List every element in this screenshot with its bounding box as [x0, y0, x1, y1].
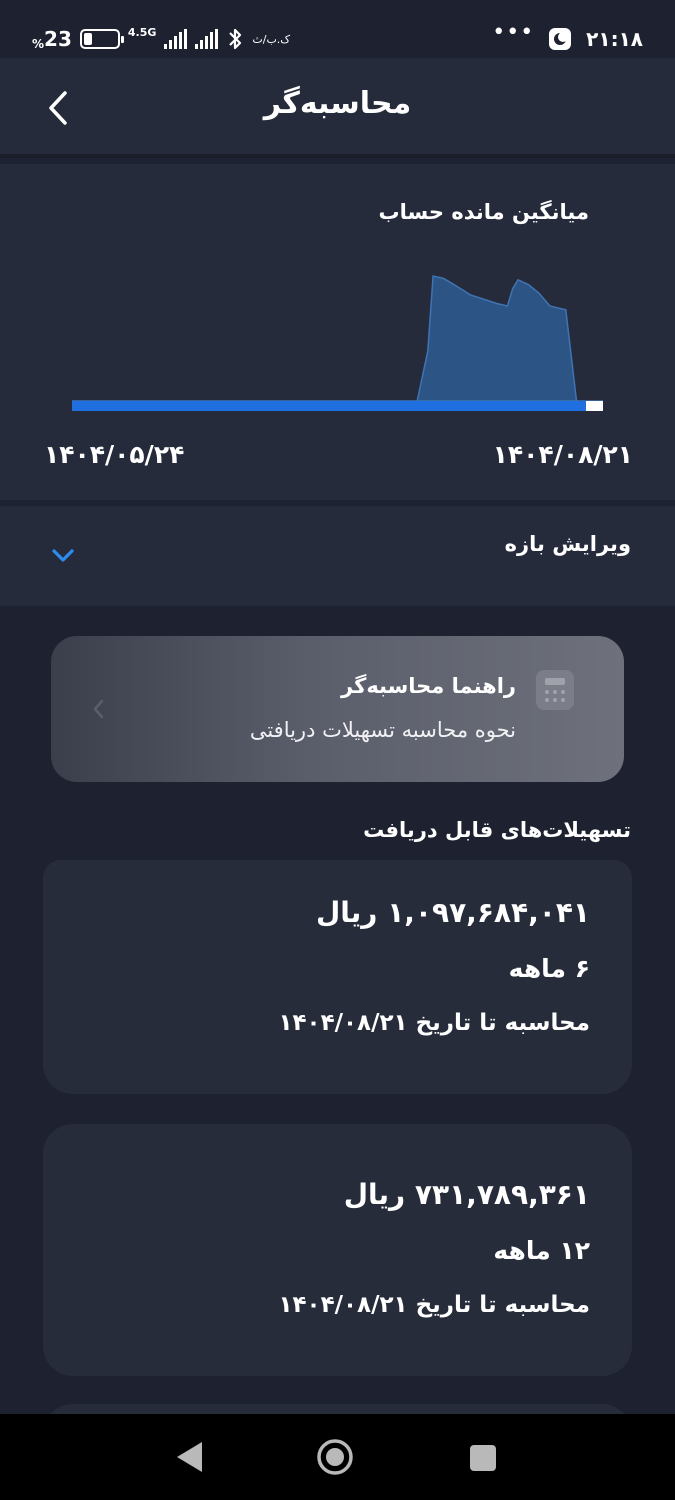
chevron-left-icon	[93, 699, 104, 719]
status-left-group: %23 4.5G ک.ب/ث	[32, 24, 290, 54]
edit-range-label: ویرایش بازه	[504, 532, 631, 556]
loan-period: ۱۲ ماهه	[493, 1236, 590, 1265]
calculator-screen: %23 4.5G ک.ب/ث ••• ۲۱:۱۸ محاس	[0, 0, 675, 1500]
status-right-group: ••• ۲۱:۱۸	[492, 20, 643, 54]
more-notifications-icon: •••	[492, 20, 535, 45]
calculator-icon	[536, 670, 574, 710]
balance-area-series	[72, 275, 603, 402]
clock: ۲۱:۱۸	[586, 27, 643, 51]
loan-calc-date: محاسبه تا تاریخ ۱۴۰۴/۰۸/۲۱	[278, 1292, 590, 1318]
guide-title: راهنما محاسبه‌گر	[341, 674, 516, 698]
loan-amount: ۱,۰۹۷,۶۸۴,۰۴۱ ریال	[315, 896, 590, 929]
app-header: محاسبه‌گر	[0, 58, 675, 158]
signal-icon-2	[195, 29, 219, 49]
loan-option-card[interactable]: ۱,۰۹۷,۶۸۴,۰۴۱ ریال ۶ ماهه محاسبه تا تاری…	[43, 860, 632, 1094]
calculator-guide-card[interactable]: راهنما محاسبه‌گر نحوه محاسبه تسهیلات دری…	[51, 636, 624, 782]
network-type: 4.5G	[127, 26, 157, 39]
start-date-label: ۱۴۰۴/۰۵/۲۴	[44, 440, 185, 469]
page-title: محاسبه‌گر	[263, 86, 412, 121]
nav-home-icon[interactable]	[316, 1438, 354, 1476]
edit-range-row[interactable]: ویرایش بازه	[0, 506, 675, 606]
moon-icon	[549, 28, 572, 50]
system-nav-bar	[0, 1414, 675, 1500]
battery-percent: %23	[32, 27, 72, 51]
loan-calc-date: محاسبه تا تاریخ ۱۴۰۴/۰۸/۲۱	[278, 1010, 590, 1036]
end-date-label: ۱۴۰۴/۰۸/۲۱	[492, 440, 633, 469]
battery-icon	[79, 29, 124, 49]
guide-subtitle: نحوه محاسبه تسهیلات دریافتی	[249, 718, 516, 742]
nav-back-icon[interactable]	[174, 1440, 204, 1474]
bluetooth-icon	[229, 28, 242, 50]
balance-chart-card: میانگین مانده حساب ۱۴۰۴/۰۵/۲۴ ۱۴۰۴/۰۸/۲۱	[0, 164, 675, 500]
section-title: تسهیلات‌های قابل دریافت	[363, 818, 631, 842]
network-speed: ک.ب/ث	[252, 32, 291, 46]
chevron-down-icon[interactable]	[50, 546, 76, 566]
nav-recents-icon[interactable]	[470, 1445, 496, 1471]
loan-option-card[interactable]: ۷۳۱,۷۸۹,۳۶۱ ریال ۱۲ ماهه محاسبه تا تاریخ…	[43, 1124, 632, 1376]
loan-period: ۶ ماهه	[508, 954, 590, 983]
loan-amount: ۷۳۱,۷۸۹,۳۶۱ ریال	[343, 1178, 590, 1211]
range-selected-bar[interactable]	[72, 401, 586, 411]
signal-icon	[164, 29, 188, 49]
